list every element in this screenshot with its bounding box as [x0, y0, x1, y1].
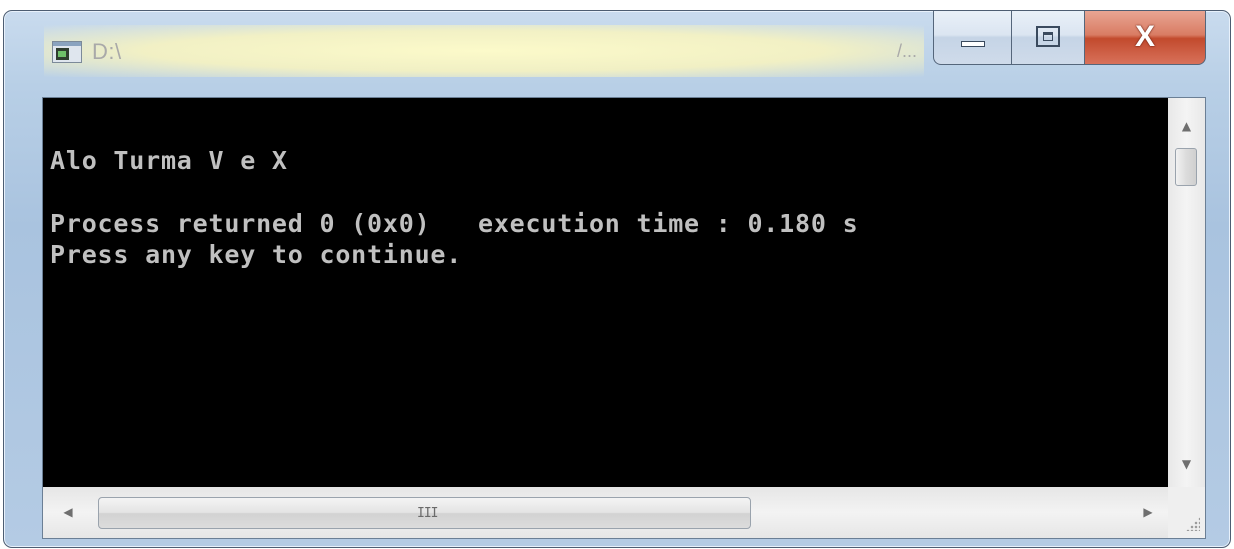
- scroll-down-arrow-icon[interactable]: ▼: [1168, 450, 1205, 478]
- close-icon: X: [1134, 20, 1155, 53]
- vertical-scroll-thumb[interactable]: [1175, 148, 1197, 186]
- console-output[interactable]: Alo Turma V e X Process returned 0 (0x0)…: [43, 98, 1168, 487]
- scrollbar-corner: [1168, 487, 1205, 538]
- console-window: D:\ /... X Alo Turma V e X Process retur…: [3, 10, 1231, 548]
- size-grip-icon[interactable]: [1186, 517, 1200, 531]
- window-title-ellipsis: /...: [897, 41, 918, 61]
- console-client-area: Alo Turma V e X Process returned 0 (0x0)…: [42, 97, 1206, 539]
- scroll-right-arrow-icon[interactable]: ▶: [1133, 498, 1163, 526]
- title-bar[interactable]: D:\ /... X: [4, 11, 1230, 89]
- vertical-scrollbar[interactable]: ▲ ▼: [1168, 98, 1205, 487]
- minimize-icon: [961, 41, 985, 47]
- scroll-left-arrow-icon[interactable]: ◀: [53, 498, 83, 526]
- console-line: Press any key to continue.: [50, 240, 463, 269]
- horizontal-scroll-thumb[interactable]: III: [98, 497, 751, 529]
- maximize-button[interactable]: [1011, 11, 1085, 65]
- title-glow: [44, 25, 924, 77]
- window-title: D:\: [92, 39, 122, 64]
- console-app-icon[interactable]: [52, 41, 82, 63]
- maximize-icon: [1036, 26, 1060, 47]
- minimize-button[interactable]: [933, 11, 1012, 65]
- console-line: Alo Turma V e X: [50, 146, 288, 175]
- scroll-up-arrow-icon[interactable]: ▲: [1168, 112, 1205, 140]
- close-button[interactable]: X: [1084, 11, 1206, 65]
- horizontal-scrollbar[interactable]: ◀ III ▶: [43, 487, 1168, 538]
- console-line: Process returned 0 (0x0) execution time …: [50, 209, 859, 238]
- caption-buttons: X: [933, 11, 1206, 65]
- scroll-thumb-grip-icon: III: [417, 506, 439, 521]
